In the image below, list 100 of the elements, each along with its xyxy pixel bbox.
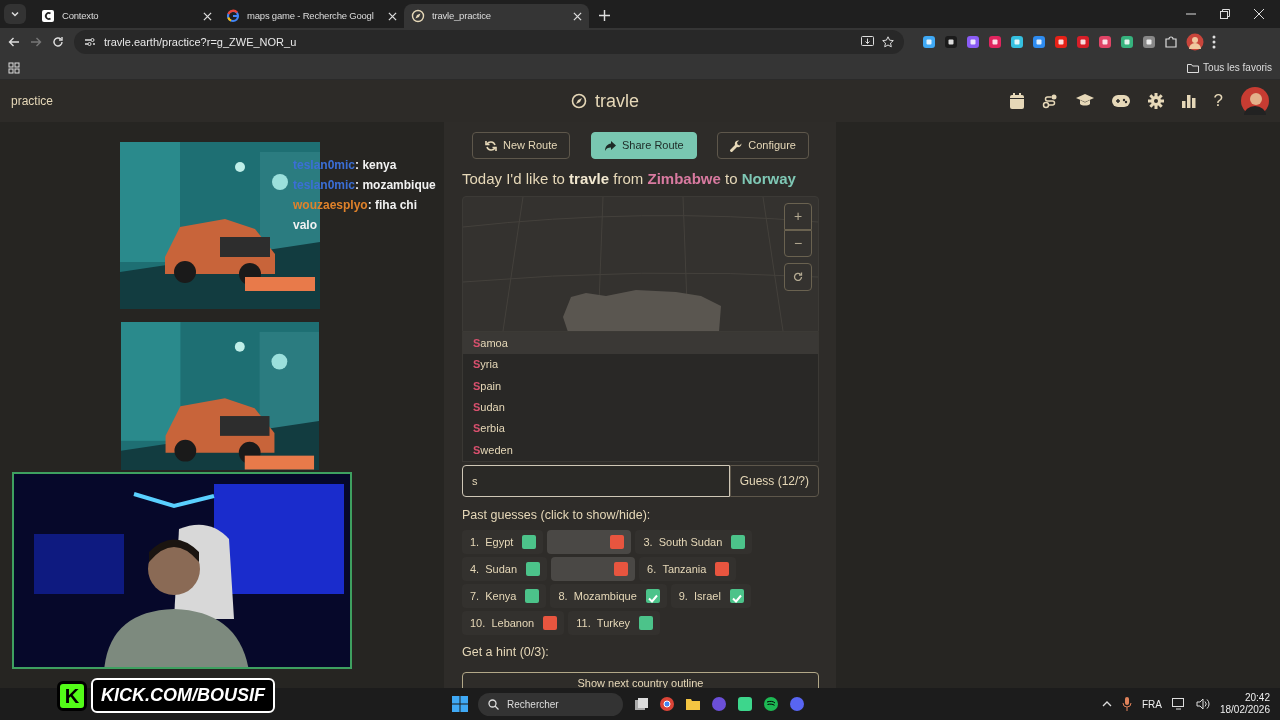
extension-icon[interactable]	[1098, 35, 1112, 49]
stream-url-label: KICK.COM/BOUSIF	[91, 678, 275, 713]
wrench-icon	[730, 139, 743, 152]
brand-logo[interactable]: travle	[571, 87, 639, 115]
suggestion-item[interactable]: Sudan	[463, 396, 818, 418]
chat-message: teslan0mic: mozambique	[293, 177, 437, 194]
reset-view-button[interactable]	[784, 262, 812, 291]
extension-icon[interactable]	[1120, 35, 1134, 49]
guess-chip[interactable]: 3. South Sudan	[635, 530, 753, 555]
guess-chip[interactable]: 8. Mozambique	[550, 584, 667, 609]
kick-logo: K	[57, 680, 87, 711]
network-icon[interactable]	[1171, 698, 1186, 710]
extension-icon[interactable]	[1010, 35, 1024, 49]
extension-icon[interactable]	[1032, 35, 1046, 49]
chat-message: wouzaesplyo: fiha chi valo	[293, 197, 419, 234]
suggestion-item[interactable]: Syria	[463, 353, 818, 376]
action-button[interactable]: Configure	[717, 132, 809, 159]
calendar-icon[interactable]	[1009, 93, 1024, 109]
letter-c-icon	[41, 9, 55, 23]
chevron-up-icon[interactable]	[1101, 699, 1112, 709]
chat-app-icon[interactable]	[789, 696, 805, 712]
zoom-button[interactable]: +	[784, 202, 812, 230]
google-icon	[226, 9, 240, 23]
page-title: practice	[11, 93, 55, 110]
guess-chip[interactable]: 4. Sudan	[462, 557, 548, 582]
bookmarks-folder[interactable]: Tous les favoris	[1187, 60, 1272, 75]
bar-chart-icon[interactable]	[1181, 94, 1196, 108]
section-label: Past guesses (click to show/hide):	[462, 506, 652, 524]
extension-icon[interactable]	[922, 35, 936, 49]
avatar-icon[interactable]	[1241, 87, 1269, 115]
guess-chip[interactable]: 10. Lebanon	[462, 611, 565, 636]
browser-tab[interactable]: maps game - Recherche Googl	[219, 4, 404, 28]
browser-tab[interactable]: travle_practice	[404, 4, 589, 28]
apps-grid-icon[interactable]	[8, 61, 20, 74]
clock-time[interactable]: 20:42	[1244, 692, 1270, 704]
guess-input[interactable]: s	[462, 464, 730, 497]
hidden-guess-chip[interactable]	[551, 557, 636, 582]
extension-icon[interactable]	[944, 35, 958, 49]
guess-chip[interactable]: 7. Kenya	[462, 584, 547, 609]
help-link[interactable]: ?	[1213, 88, 1223, 114]
browser-icon[interactable]	[659, 696, 675, 712]
guess-chip[interactable]: 9. Israel	[670, 584, 751, 609]
folder-icon[interactable]	[685, 696, 701, 712]
app-icon[interactable]	[737, 696, 753, 712]
hidden-guess-chip[interactable]	[547, 530, 632, 555]
browser-tab[interactable]: Contexto	[34, 4, 219, 28]
extension-icon[interactable]	[1076, 35, 1090, 49]
graduation-cap-icon[interactable]	[1075, 94, 1094, 108]
zoom-button[interactable]: −	[784, 229, 812, 257]
extension-icon[interactable]	[1054, 35, 1068, 49]
speaker-icon[interactable]	[1195, 698, 1210, 710]
task-view-icon[interactable]	[633, 696, 649, 712]
suggestion-item[interactable]: Serbia	[463, 417, 818, 440]
site-info-icon	[84, 36, 96, 48]
guess-chip[interactable]: 11. Turkey	[568, 611, 661, 636]
puzzle-icon[interactable]	[1164, 35, 1178, 49]
guess-chip[interactable]: 6. Tanzania	[639, 557, 737, 582]
action-button[interactable]: New Route	[472, 132, 571, 159]
chevron-down-icon	[10, 9, 20, 19]
reload-icon[interactable]	[52, 36, 64, 48]
suggestion-item[interactable]: Sweden	[463, 439, 818, 461]
language-indicator[interactable]: FRA	[1141, 696, 1162, 712]
extension-icon[interactable]	[966, 35, 980, 49]
search-icon	[488, 698, 499, 710]
settings-icon[interactable]	[1147, 93, 1164, 109]
close-icon[interactable]	[573, 11, 582, 21]
guess-chip[interactable]: 1. Egypt	[462, 530, 544, 555]
gamepad-icon[interactable]	[1111, 95, 1130, 107]
forward-arrow-icon[interactable]	[30, 36, 42, 48]
more-menu-icon[interactable]	[1212, 35, 1216, 49]
install-icon[interactable]	[861, 36, 874, 48]
route-prompt: Today I'd like to travle from Zimbabwe to Norway	[462, 169, 797, 189]
suggestion-item[interactable]: Spain	[463, 375, 818, 397]
plus-icon[interactable]	[599, 10, 610, 21]
avatar-icon[interactable]	[1186, 33, 1204, 51]
address-bar[interactable]: travle.earth/practice?r=g_ZWE_NOR_u	[74, 30, 904, 54]
extension-icon[interactable]	[1142, 35, 1156, 49]
route-icon[interactable]	[1041, 93, 1058, 109]
microphone-icon[interactable]	[1121, 697, 1132, 711]
guess-button[interactable]: Guess (12/?)	[729, 464, 819, 497]
suggestion-item[interactable]: Samoa	[463, 332, 818, 354]
refresh-icon	[485, 139, 497, 152]
close-icon[interactable]	[388, 11, 397, 21]
extension-icon[interactable]	[988, 35, 1002, 49]
folder-icon	[1187, 62, 1200, 73]
taskbar-search[interactable]: Rechercher	[478, 692, 623, 716]
restore-icon[interactable]	[1220, 9, 1230, 19]
windows-logo-icon[interactable]	[452, 696, 468, 712]
music-app-icon[interactable]	[763, 696, 779, 712]
back-arrow-icon[interactable]	[8, 36, 20, 48]
section-label: Get a hint (0/3):	[462, 644, 550, 662]
clock-date[interactable]: 18/02/2026	[1219, 704, 1270, 716]
close-icon[interactable]	[1254, 9, 1264, 19]
compass-icon	[411, 9, 425, 23]
star-icon[interactable]	[882, 36, 894, 48]
compass-icon	[571, 93, 587, 109]
close-icon[interactable]	[203, 11, 212, 21]
tab-list-button[interactable]	[4, 4, 26, 24]
action-button[interactable]: Share Route	[590, 132, 697, 159]
share-arrow-icon	[603, 139, 616, 152]
